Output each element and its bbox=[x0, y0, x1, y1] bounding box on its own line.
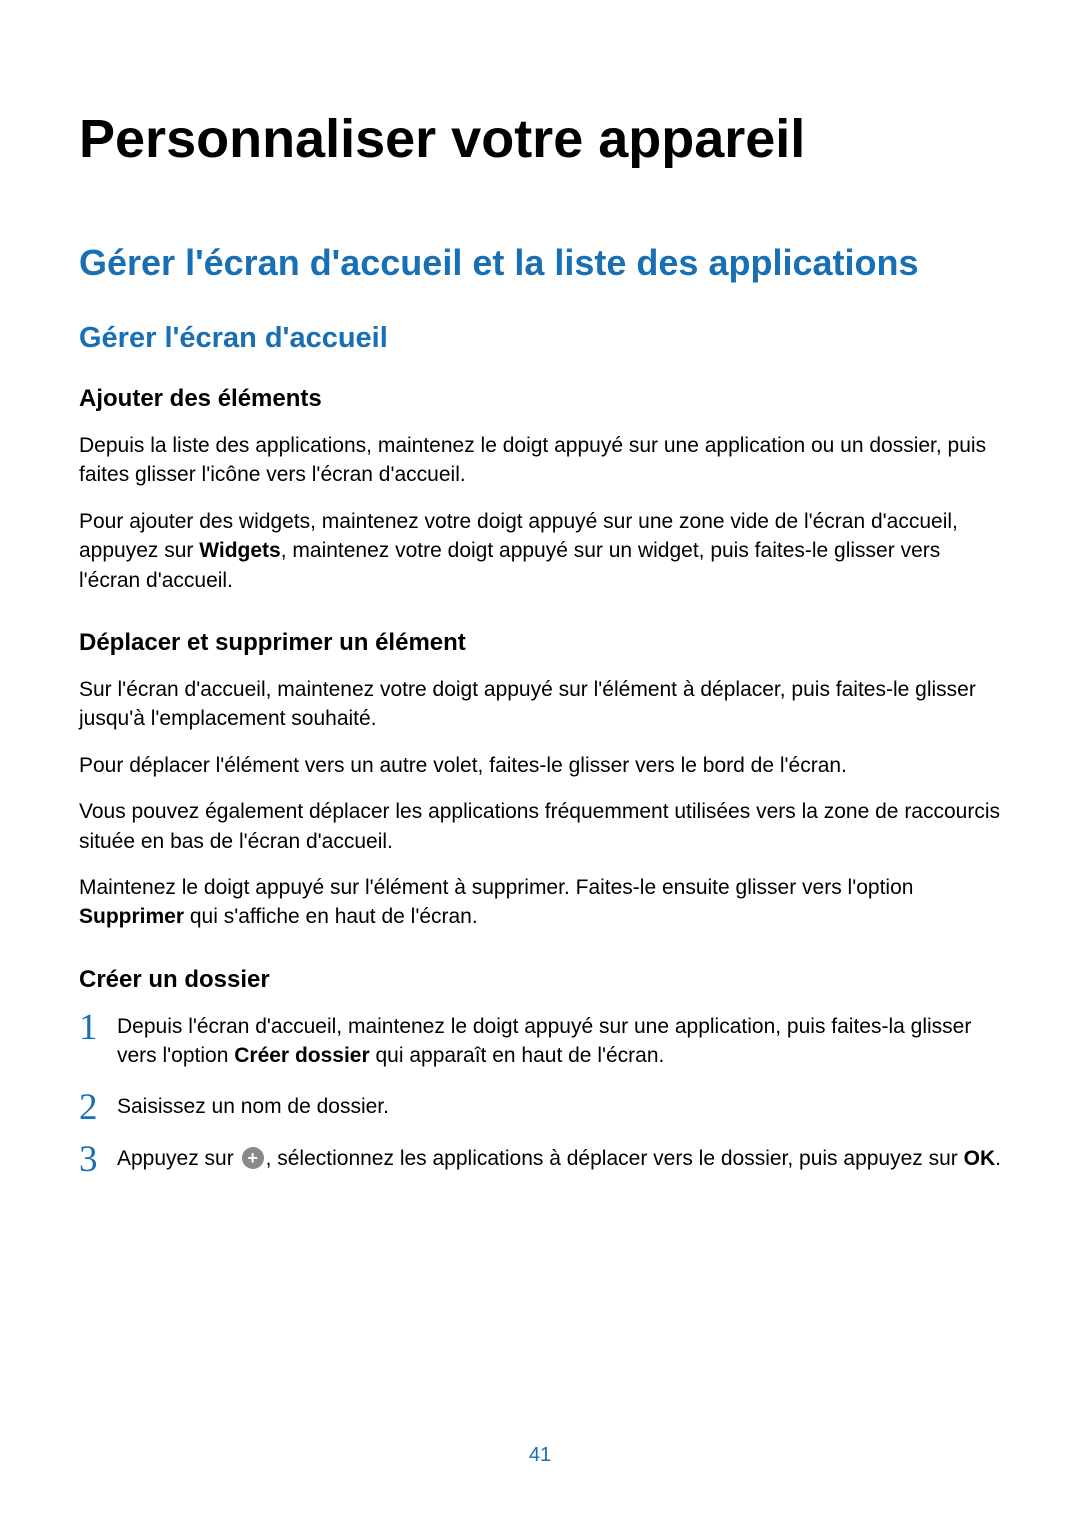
chapter-title: Personnaliser votre appareil bbox=[79, 108, 1001, 170]
body-text: Vous pouvez également déplacer les appli… bbox=[79, 797, 1001, 856]
topic-creer: Créer un dossier 1 Depuis l'écran d'accu… bbox=[79, 966, 1001, 1174]
text-span: Saisissez un nom de dossier. bbox=[117, 1095, 389, 1118]
step-number: 1 bbox=[79, 1002, 98, 1054]
body-text: Depuis la liste des applications, mainte… bbox=[79, 431, 1001, 490]
topic-ajouter: Ajouter des éléments Depuis la liste des… bbox=[79, 385, 1001, 595]
bold-text: Supprimer bbox=[79, 905, 184, 928]
text-span: Maintenez le doigt appuyé sur l'élément … bbox=[79, 876, 913, 899]
text-span: , sélectionnez les applications à déplac… bbox=[266, 1147, 964, 1170]
text-span: . bbox=[995, 1147, 1001, 1170]
step-number: 3 bbox=[79, 1134, 98, 1186]
page-number: 41 bbox=[0, 1444, 1080, 1467]
section-title: Gérer l'écran d'accueil et la liste des … bbox=[79, 242, 1001, 284]
text-span: qui apparaît en haut de l'écran. bbox=[370, 1044, 665, 1067]
topic-deplacer: Déplacer et supprimer un élément Sur l'é… bbox=[79, 629, 1001, 932]
topic-title-ajouter: Ajouter des éléments bbox=[79, 385, 1001, 413]
bold-text: Widgets bbox=[199, 539, 280, 562]
subsection-title: Gérer l'écran d'accueil bbox=[79, 322, 1001, 355]
body-text: Sur l'écran d'accueil, maintenez votre d… bbox=[79, 675, 1001, 734]
step-item-2: 2 Saisissez un nom de dossier. bbox=[79, 1092, 1001, 1121]
text-span: Appuyez sur bbox=[117, 1147, 240, 1170]
bold-text: Créer dossier bbox=[234, 1044, 369, 1067]
step-number: 2 bbox=[79, 1082, 98, 1134]
topic-title-creer: Créer un dossier bbox=[79, 966, 1001, 994]
step-item-1: 1 Depuis l'écran d'accueil, maintenez le… bbox=[79, 1012, 1001, 1071]
text-span: qui s'affiche en haut de l'écran. bbox=[184, 905, 478, 928]
body-text: Pour ajouter des widgets, maintenez votr… bbox=[79, 507, 1001, 595]
bold-text: OK bbox=[964, 1147, 996, 1170]
plus-icon bbox=[242, 1147, 264, 1169]
body-text: Maintenez le doigt appuyé sur l'élément … bbox=[79, 873, 1001, 932]
topic-title-deplacer: Déplacer et supprimer un élément bbox=[79, 629, 1001, 657]
body-text: Pour déplacer l'élément vers un autre vo… bbox=[79, 751, 1001, 780]
step-list: 1 Depuis l'écran d'accueil, maintenez le… bbox=[79, 1012, 1001, 1174]
step-item-3: 3 Appuyez sur , sélectionnez les applica… bbox=[79, 1144, 1001, 1173]
